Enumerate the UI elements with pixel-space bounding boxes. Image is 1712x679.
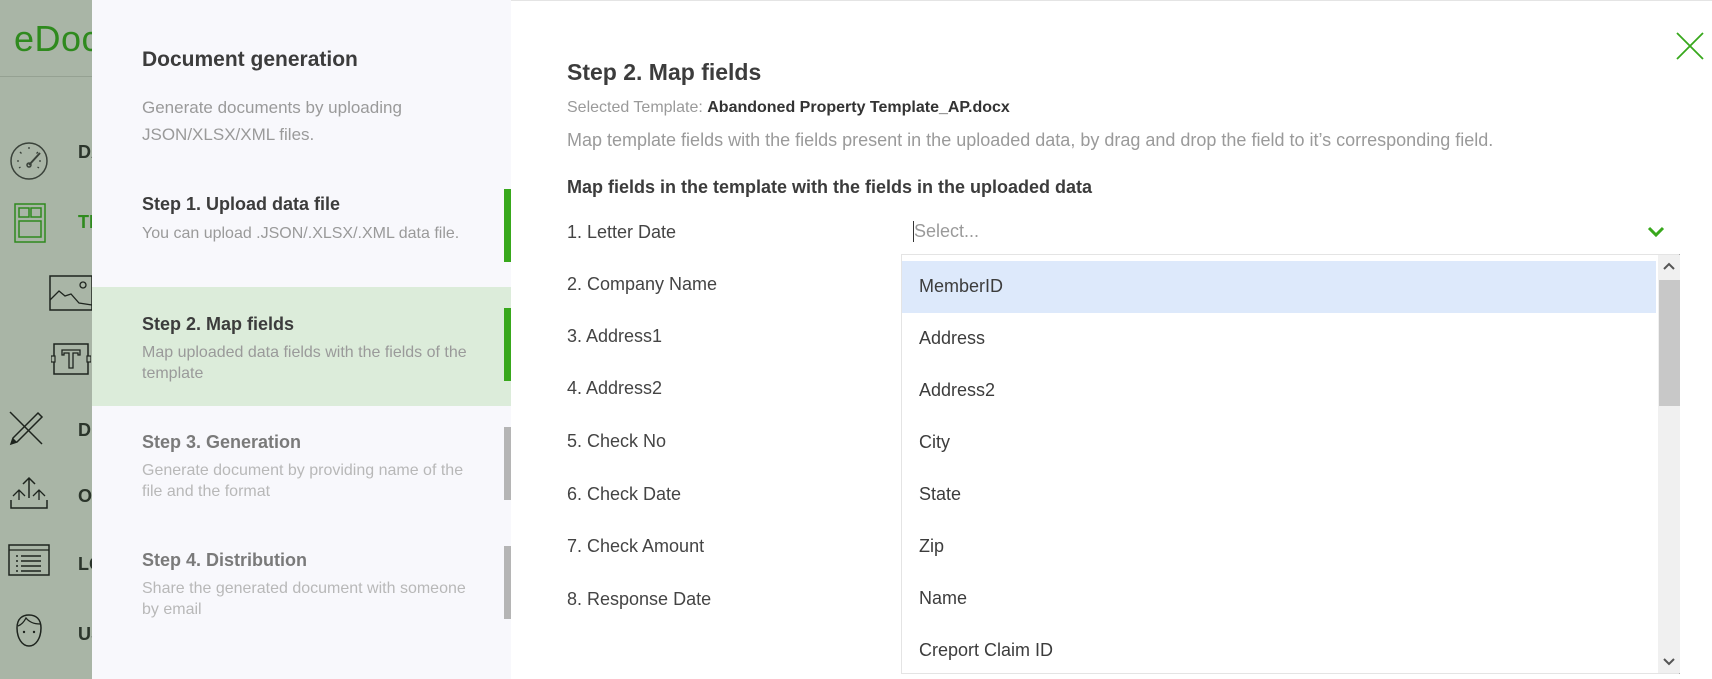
scroll-up-arrow-icon[interactable] — [1658, 257, 1680, 277]
nav-label: OUTPUT — [78, 486, 92, 506]
wizard-title: Document generation — [142, 48, 358, 71]
page-title: Step 2. Map fields — [567, 59, 762, 85]
step-title: Step 2. Map fields — [142, 314, 295, 334]
nav-label: USERS — [78, 624, 92, 644]
template-field-label: 7. Check Amount — [567, 536, 705, 556]
map-fields-heading: Map fields in the template with the fiel… — [567, 177, 1093, 197]
scroll-down-arrow-icon[interactable] — [1658, 651, 1680, 671]
user-face-icon — [16, 614, 42, 647]
instructions-text: Map template fields with the fields pres… — [567, 130, 1494, 150]
scrollbar-thumb[interactable] — [1659, 280, 1680, 406]
step-map-fields[interactable]: Step 2. Map fields Map uploaded data fie… — [92, 287, 511, 406]
text-box-icon — [51, 343, 91, 375]
dropdown-option[interactable]: Creport Claim ID — [902, 625, 1656, 677]
nav-label: DESIGN — [78, 420, 92, 440]
selected-template-label: Selected Template: — [567, 99, 708, 116]
nav-item-dashboard[interactable]: DASHBOARD — [0, 128, 100, 180]
nav-item-text[interactable] — [0, 340, 100, 390]
selected-template-name: Abandoned Property Template_AP.docx — [707, 99, 1010, 116]
template-field-label: 8. Response Date — [567, 589, 712, 609]
dropdown-option[interactable]: Address2 — [902, 365, 1656, 417]
step-description: You can upload .JSON/.XLSX/.XML data fil… — [142, 225, 460, 242]
step-upload-data-file[interactable]: Step 1. Upload data file You can upload … — [92, 180, 511, 280]
nav-item-images[interactable] — [0, 272, 100, 322]
step-description: Share the generated document with someon… — [142, 580, 466, 618]
selected-template: Selected Template: Abandoned Property Te… — [567, 99, 1010, 117]
step-status-bar — [504, 189, 511, 262]
nav-item-users[interactable]: USERS — [0, 608, 100, 658]
logo-divider — [0, 76, 100, 77]
speedometer-icon — [10, 142, 48, 180]
template-field-label: 6. Check Date — [567, 484, 682, 504]
dropdown-option[interactable]: Address — [902, 313, 1656, 365]
step-generation: Step 3. Generation Generate document by … — [92, 420, 511, 510]
step-title: Step 3. Generation — [142, 432, 302, 452]
map-fields-content: Step 2. Map fields Selected Template: Ab… — [511, 0, 1712, 679]
template-field-label: 2. Company Name — [567, 274, 718, 294]
wizard-description: Generate documents by uploading JSON/XLS… — [142, 98, 402, 144]
nav-label: TEMPLATES — [78, 212, 92, 232]
step-status-bar — [504, 427, 511, 500]
dropdown-option[interactable]: Zip — [902, 521, 1656, 573]
template-field-label: 4. Address2 — [567, 378, 663, 398]
list-window-icon — [8, 544, 50, 576]
step-title: Step 1. Upload data file — [142, 194, 341, 214]
app-sidebar: eDocs DASHBOARD TEMPLATES — [0, 0, 118, 679]
letter-date-select[interactable] — [911, 215, 1681, 249]
nav-item-logs[interactable]: LOGS — [0, 538, 100, 588]
close-icon[interactable] — [1675, 31, 1705, 61]
nav-label: LOGS — [78, 554, 92, 574]
template-layout-icon — [14, 203, 46, 243]
chevron-down-icon[interactable] — [1646, 225, 1666, 239]
nav-item-output[interactable]: OUTPUT — [0, 470, 100, 520]
template-field-label: 1. Letter Date — [567, 222, 677, 242]
nav-item-design[interactable]: DESIGN — [0, 404, 100, 454]
step-description: Map uploaded data fields with the fields… — [142, 344, 467, 382]
dropdown-scrollbar[interactable] — [1658, 255, 1680, 673]
nav-label: DASHBOARD — [78, 142, 92, 162]
pencil-cross-icon — [9, 411, 44, 446]
select-dropdown-menu: MemberID Address Address2 City State Zip… — [901, 254, 1680, 674]
letter-date-select-input[interactable] — [913, 221, 1513, 242]
image-icon — [49, 275, 93, 311]
template-field-label: 5. Check No — [567, 431, 667, 451]
dropdown-option[interactable]: City — [902, 417, 1656, 469]
wizard-steps-panel: Document generation Generate documents b… — [92, 0, 511, 679]
share-upload-icon — [10, 476, 48, 509]
nav-item-templates[interactable]: TEMPLATES — [0, 198, 100, 248]
dropdown-option[interactable]: MemberID — [902, 261, 1656, 313]
step-status-bar — [504, 546, 511, 619]
dropdown-option[interactable]: Name — [902, 573, 1656, 625]
step-description: Generate document by providing name of t… — [142, 462, 464, 500]
step-title: Step 4. Distribution — [142, 550, 308, 570]
dropdown-option[interactable]: State — [902, 469, 1656, 521]
template-field-label: 3. Address1 — [567, 326, 663, 346]
step-status-bar — [504, 308, 511, 381]
dropdown-options-list: MemberID Address Address2 City State Zip… — [902, 261, 1656, 677]
step-distribution: Step 4. Distribution Share the generated… — [92, 540, 511, 630]
